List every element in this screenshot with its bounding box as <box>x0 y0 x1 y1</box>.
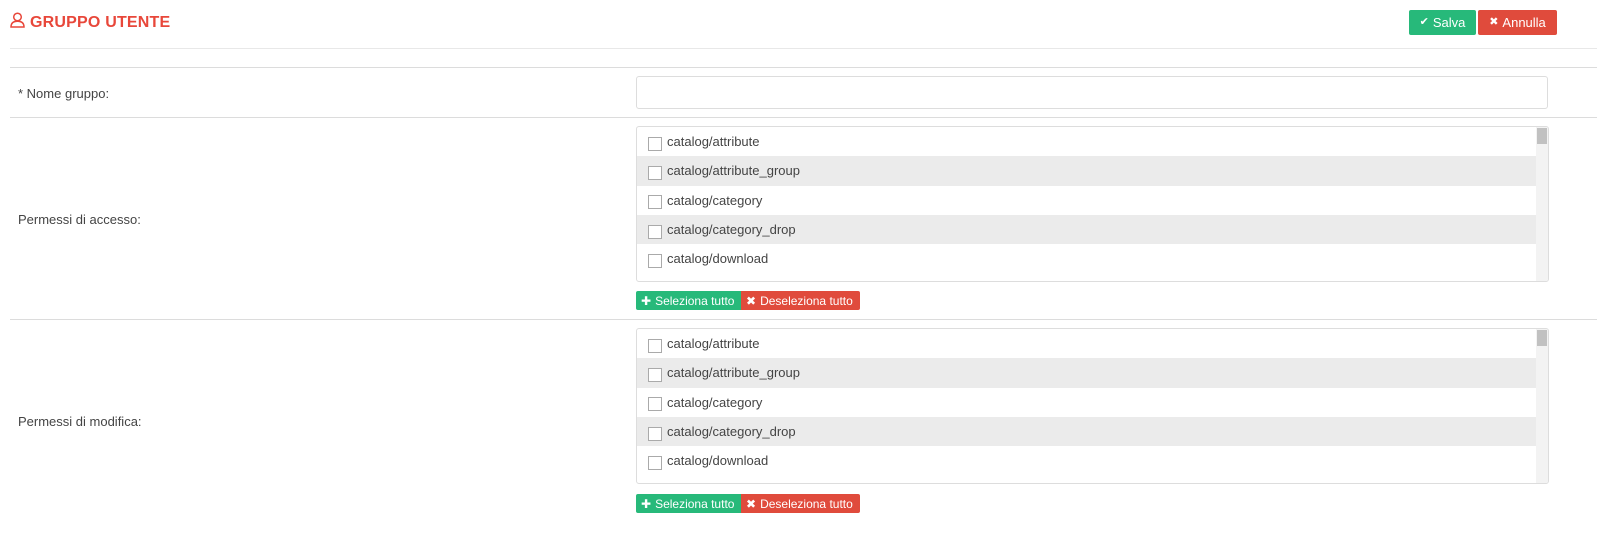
modify-permissions-label: Permessi di modifica: <box>18 414 142 429</box>
save-button-label: Salva <box>1432 15 1466 30</box>
permission-label: catalog/attribute_group <box>667 365 800 381</box>
permission-checkbox[interactable] <box>648 426 662 441</box>
permission-label: catalog/download <box>667 251 769 267</box>
permission-label: catalog/attribute <box>667 336 760 352</box>
access-list-item[interactable]: catalog/attribute <box>637 127 1536 156</box>
permission-checkbox[interactable] <box>648 367 662 382</box>
modify-list-item[interactable]: catalog/category <box>637 388 1536 417</box>
permission-label: catalog/attribute <box>667 134 760 150</box>
permission-checkbox[interactable] <box>648 455 662 470</box>
access-list-item[interactable]: catalog/download <box>637 244 1536 273</box>
group-name-row: * Nome gruppo: <box>10 68 1597 118</box>
access-permissions-row: Permessi di accesso: catalog/attribute ca… <box>10 118 1597 320</box>
close-icon: ✖ <box>1489 16 1499 28</box>
access-deselect-all-label: Deseleziona tutto <box>760 293 853 308</box>
modify-select-all-label: Seleziona tutto <box>655 496 735 511</box>
page-title: GRUPPO UTENTE <box>10 12 170 33</box>
permission-label: catalog/category_drop <box>667 222 796 238</box>
access-list-scrollbar[interactable] <box>1536 127 1548 281</box>
permission-label: catalog/category <box>667 394 763 410</box>
permission-checkbox[interactable] <box>648 224 662 239</box>
modify-permissions-items: catalog/attribute catalog/attribute_group… <box>637 329 1536 483</box>
modify-list-item[interactable]: catalog/download <box>637 446 1536 475</box>
plus-icon: ✚ <box>641 293 652 308</box>
access-list-item[interactable]: catalog/category_drop <box>637 214 1536 245</box>
access-list-item[interactable]: catalog/category <box>637 186 1536 215</box>
permission-checkbox[interactable] <box>648 195 662 210</box>
permission-checkbox[interactable] <box>648 136 662 151</box>
permission-label: catalog/attribute_group <box>667 163 800 179</box>
close-icon: ✖ <box>746 293 757 308</box>
modify-selection-buttons: ✚ Seleziona tutto ✖ Deseleziona tutto <box>636 494 860 513</box>
modify-list-scrollbar[interactable] <box>1536 329 1548 483</box>
access-select-all-button[interactable]: ✚ Seleziona tutto <box>636 291 741 310</box>
modify-permissions-row: Permessi di modifica: catalog/attribute c… <box>10 320 1597 525</box>
modify-list-item[interactable]: catalog/attribute_group <box>637 358 1536 388</box>
cancel-button-label: Annulla <box>1502 15 1546 30</box>
permission-label: catalog/category <box>667 192 763 208</box>
close-icon: ✖ <box>746 496 757 511</box>
modify-list-item[interactable]: catalog/category_drop <box>637 416 1536 447</box>
permission-checkbox[interactable] <box>648 253 662 268</box>
user-group-page: GRUPPO UTENTE ✔ Salva ✖ Annulla * Nome g… <box>0 0 1607 545</box>
permission-label: catalog/download <box>667 453 769 469</box>
check-icon: ✔ <box>1419 16 1429 28</box>
modify-select-all-button[interactable]: ✚ Seleziona tutto <box>636 494 741 513</box>
access-deselect-all-button[interactable]: ✖ Deseleziona tutto <box>741 291 860 310</box>
modify-deselect-all-button[interactable]: ✖ Deseleziona tutto <box>741 494 860 513</box>
access-permissions-label: Permessi di accesso: <box>18 212 141 227</box>
access-selection-buttons: ✚ Seleziona tutto ✖ Deseleziona tutto <box>636 291 860 310</box>
access-list-item[interactable]: catalog/attribute_group <box>637 156 1536 186</box>
permission-checkbox[interactable] <box>648 165 662 180</box>
cancel-button[interactable]: ✖ Annulla <box>1478 10 1557 35</box>
access-select-all-label: Seleziona tutto <box>655 293 735 308</box>
permission-label: catalog/category_drop <box>667 424 796 440</box>
access-list-scroll-thumb[interactable] <box>1537 128 1547 144</box>
save-button[interactable]: ✔ Salva <box>1409 10 1476 35</box>
group-name-input[interactable] <box>636 76 1548 109</box>
permission-checkbox[interactable] <box>648 338 662 353</box>
modify-list-scroll-thumb[interactable] <box>1537 330 1547 346</box>
modify-list-item[interactable]: catalog/attribute <box>637 329 1536 358</box>
access-permissions-items: catalog/attribute catalog/attribute_group… <box>637 127 1536 281</box>
group-name-label: * Nome gruppo: <box>18 86 110 101</box>
user-outline-icon <box>10 12 30 33</box>
access-permissions-list[interactable]: catalog/attribute catalog/attribute_group… <box>636 126 1549 282</box>
page-header: GRUPPO UTENTE ✔ Salva ✖ Annulla <box>10 0 1597 49</box>
permission-checkbox[interactable] <box>648 397 662 412</box>
modify-deselect-all-label: Deseleziona tutto <box>760 496 853 511</box>
plus-icon: ✚ <box>641 496 652 511</box>
modify-permissions-list[interactable]: catalog/attribute catalog/attribute_group… <box>636 328 1549 484</box>
page-title-text: GRUPPO UTENTE <box>30 13 171 31</box>
